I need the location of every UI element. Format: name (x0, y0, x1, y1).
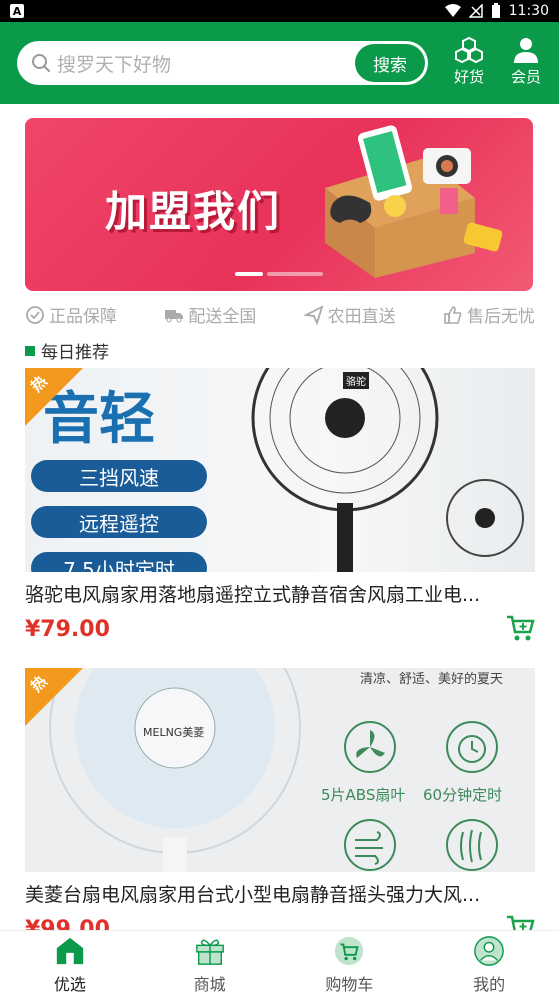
feature-label: 农田直送 (327, 307, 396, 327)
brand-label: MELNG美菱 (143, 726, 205, 739)
thumbs-up-icon (444, 305, 462, 324)
wifi-icon (444, 4, 461, 17)
member-button[interactable]: 会员 (503, 36, 549, 87)
image-feature: 5片ABS扇叶 (321, 786, 406, 804)
goods-label: 好货 (453, 68, 484, 86)
tab-shangcheng[interactable]: 商城 (140, 931, 280, 995)
image-badge: 三挡风速 (31, 460, 207, 492)
fan-blade-icon (344, 721, 396, 773)
carousel-indicator (235, 272, 323, 276)
profile-icon (474, 936, 504, 966)
search-box[interactable]: 搜罗天下好物 搜索 (17, 41, 428, 85)
carousel-dot (267, 272, 323, 276)
image-badge: 7.5小时定时 (31, 552, 207, 572)
add-to-cart-icon[interactable] (505, 913, 535, 930)
product-image[interactable]: 音轻 三挡风速 远程遥控 7.5小时定时 骆驼 热 (25, 368, 535, 572)
feature-item: 售后无忧 (443, 302, 535, 327)
tab-label: 优选 (53, 975, 86, 994)
fan-illustration (251, 368, 524, 572)
battery-icon (491, 3, 500, 18)
tab-label: 购物车 (325, 975, 374, 994)
feature-label: 正品保障 (49, 307, 117, 327)
main-content: 加盟我们 正品保障 配送全国 农田直送 售后无忧 每日推荐 音轻 三挡风速 远程… (8, 104, 551, 930)
timer-icon (446, 721, 498, 773)
add-to-cart-icon[interactable] (505, 613, 535, 643)
product-price: ¥99.00 (25, 917, 110, 930)
truck-icon (165, 309, 184, 322)
paper-plane-icon (303, 304, 324, 325)
quiet-icon (446, 819, 498, 871)
check-circle-icon (26, 305, 44, 324)
feature-item: 配送全国 (164, 302, 256, 327)
banner-title: 加盟我们 (105, 187, 282, 236)
product-price: ¥79.00 (25, 617, 110, 642)
daily-title: 每日推荐 (41, 343, 109, 363)
bottom-tab-bar: 优选 商城 购物车 我的 (0, 930, 559, 995)
feature-item: 农田直送 (303, 302, 396, 327)
notification-badge: A (10, 4, 24, 18)
product-card[interactable]: 清凉、舒适、美好的夏天 MELNG美菱 5片ABS扇叶 60分钟定时 热 美菱台… (25, 668, 535, 930)
brand-label: 骆驼 (343, 372, 369, 389)
search-button[interactable]: 搜索 (355, 44, 425, 82)
product-image[interactable]: 清凉、舒适、美好的夏天 MELNG美菱 5片ABS扇叶 60分钟定时 热 (25, 668, 535, 872)
wind-icon (344, 819, 396, 871)
feature-label: 配送全国 (188, 307, 257, 327)
feature-label: 售后无忧 (466, 307, 535, 327)
tab-label: 商城 (193, 975, 226, 994)
tab-gouwuche[interactable]: 购物车 (280, 931, 420, 995)
image-feature: 60分钟定时 (423, 786, 503, 804)
signal-off-icon (468, 4, 483, 18)
carousel-dot-active (235, 272, 263, 276)
tab-label: 我的 (473, 975, 506, 994)
member-label: 会员 (510, 68, 541, 86)
product-card[interactable]: 音轻 三挡风速 远程遥控 7.5小时定时 骆驼 热 骆驼电风扇家用落地扇遥控立式… (25, 368, 535, 642)
home-icon (56, 937, 84, 965)
feature-strip: 正品保障 配送全国 农田直送 售后无忧 (25, 302, 535, 327)
section-marker (25, 345, 35, 356)
gift-icon (195, 939, 224, 965)
tab-youxuan[interactable]: 优选 (0, 931, 140, 995)
image-badge: 远程遥控 (31, 506, 207, 538)
status-time: 11:30 (508, 3, 549, 19)
daily-recommend-header: 每日推荐 (25, 338, 109, 363)
image-slogan: 清凉、舒适、美好的夏天 (360, 672, 504, 687)
product-name[interactable]: 美菱台扇电风扇家用台式小型电扇静音摇头强力大风... (25, 880, 500, 907)
banner-carousel[interactable]: 加盟我们 (25, 118, 533, 291)
user-icon (514, 38, 538, 63)
status-bar: A 11:30 (0, 0, 559, 22)
tab-wode[interactable]: 我的 (419, 931, 559, 995)
banner-illustration (325, 125, 503, 278)
cubes-icon (455, 36, 483, 64)
goods-button[interactable]: 好货 (446, 36, 492, 87)
feature-item: 正品保障 (25, 302, 117, 327)
search-icon (32, 54, 50, 72)
cart-icon (335, 936, 364, 966)
product-name[interactable]: 骆驼电风扇家用落地扇遥控立式静音宿舍风扇工业电... (25, 580, 500, 607)
